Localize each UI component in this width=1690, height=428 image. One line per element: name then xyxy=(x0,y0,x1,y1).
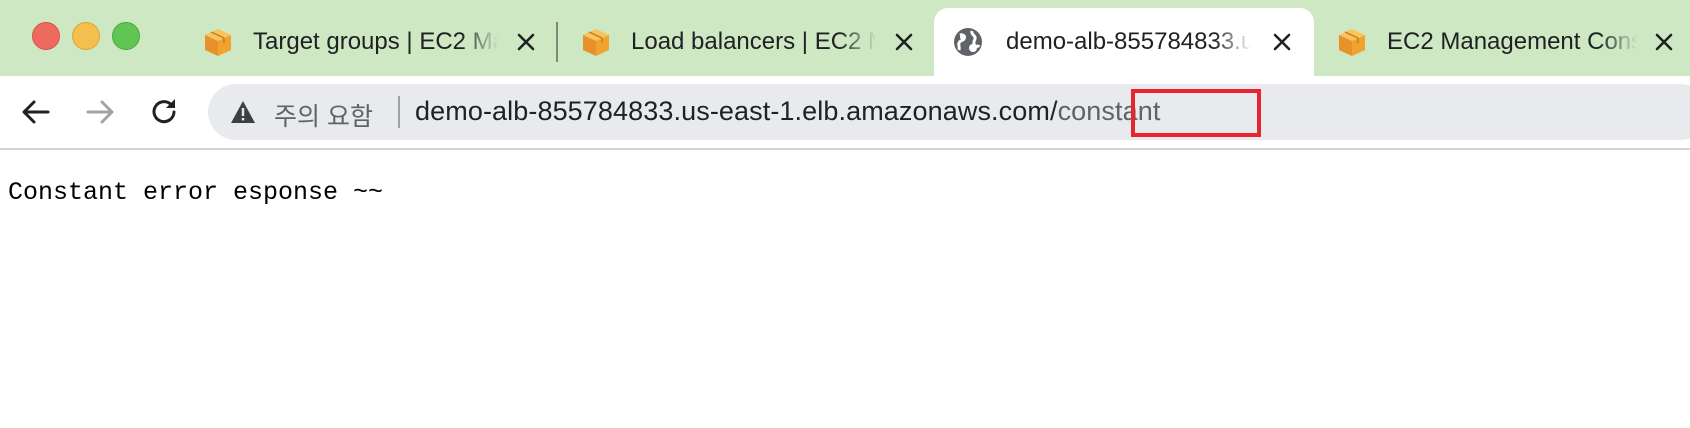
security-status-label[interactable]: 주의 요함 xyxy=(274,97,373,133)
aws-cube-icon xyxy=(205,29,231,56)
tab-title: Target groups | EC2 Management Console xyxy=(253,28,498,55)
response-body-text: Constant error esponse ~~ xyxy=(8,178,384,207)
tab-target-groups[interactable]: Target groups | EC2 Management Console xyxy=(184,8,560,76)
browser-toolbar: 주의 요함 demo-alb-855784833.us-east-1.elb.a… xyxy=(0,76,1690,150)
tab-divider xyxy=(556,22,558,62)
tab-title: demo-alb-855784833.us-east-1.elb.amazona… xyxy=(1006,28,1251,55)
tab-title: Load balancers | EC2 Management Console xyxy=(631,28,876,55)
omnibox-divider xyxy=(398,96,400,128)
forward-arrow-icon[interactable] xyxy=(82,94,118,130)
aws-cube-icon xyxy=(583,29,609,56)
close-tab-icon[interactable] xyxy=(1270,30,1294,54)
url-text[interactable]: demo-alb-855784833.us-east-1.elb.amazona… xyxy=(415,96,1160,127)
warning-triangle-icon[interactable] xyxy=(230,100,256,124)
close-tab-icon[interactable] xyxy=(1652,30,1676,54)
minimize-window-button[interactable] xyxy=(72,22,100,50)
aws-cube-icon xyxy=(1339,29,1365,56)
highlight-annotation xyxy=(1131,89,1261,137)
url-host: demo-alb-855784833.us-east-1.elb.amazona… xyxy=(415,96,1058,126)
globe-icon xyxy=(954,28,982,56)
reload-icon[interactable] xyxy=(146,94,182,130)
close-window-button[interactable] xyxy=(32,22,60,50)
tab-demo-alb[interactable]: demo-alb-855784833.us-east-1.elb.amazona… xyxy=(934,8,1314,76)
tab-ec2-console[interactable]: EC2 Management Console xyxy=(1318,8,1690,76)
tab-load-balancers[interactable]: Load balancers | EC2 Management Console xyxy=(562,8,926,76)
close-tab-icon[interactable] xyxy=(892,30,916,54)
fullscreen-window-button[interactable] xyxy=(112,22,140,50)
tab-strip: Target groups | EC2 Management Console L… xyxy=(0,0,1690,76)
address-bar[interactable]: 주의 요함 demo-alb-855784833.us-east-1.elb.a… xyxy=(208,84,1690,140)
tab-title: EC2 Management Console xyxy=(1387,28,1637,55)
back-arrow-icon[interactable] xyxy=(18,94,54,130)
close-tab-icon[interactable] xyxy=(514,30,538,54)
